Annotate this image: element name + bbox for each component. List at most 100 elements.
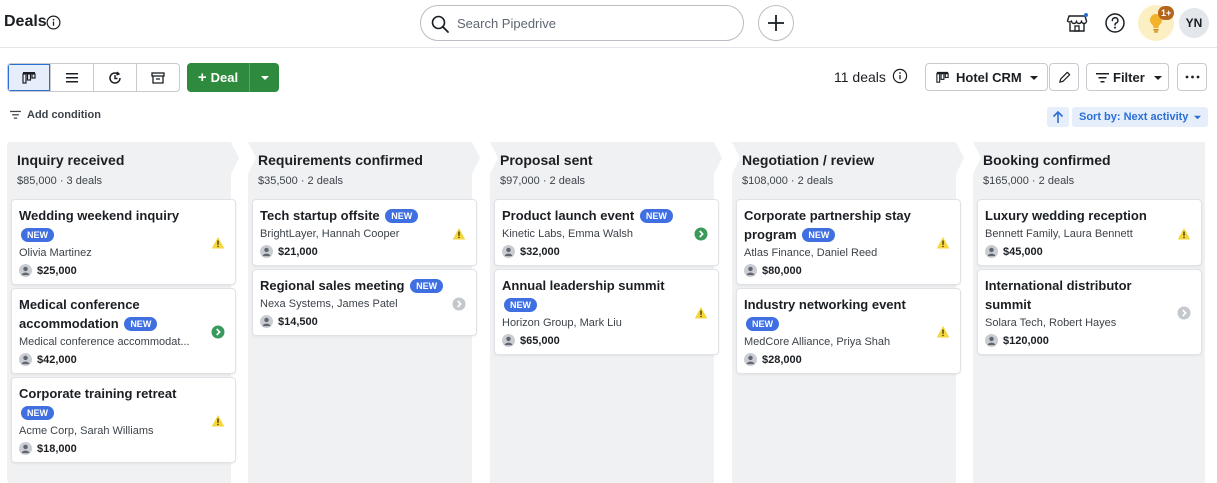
deal-title[interactable]: Regional sales meeting xyxy=(260,278,405,293)
next-gray-icon[interactable] xyxy=(452,297,466,311)
deal-card[interactable]: International distributor summit Solara T… xyxy=(977,269,1202,355)
forecast-icon xyxy=(109,71,121,84)
list-view-button[interactable] xyxy=(51,64,94,91)
deal-title[interactable]: Tech startup offsite xyxy=(260,208,380,223)
deal-card[interactable]: Luxury wedding reception Bennett Family, … xyxy=(977,199,1202,266)
person-icon xyxy=(985,245,998,258)
deal-value-row: $21,000 xyxy=(260,245,446,258)
deal-card[interactable]: Industry networking event NEW MedCore All… xyxy=(736,288,961,374)
deal-title[interactable]: International distributor summit xyxy=(985,278,1132,312)
warning-icon[interactable] xyxy=(211,236,225,250)
forecast-view-button[interactable] xyxy=(94,64,137,91)
person-icon xyxy=(260,245,273,258)
deal-title[interactable]: Product launch event xyxy=(502,208,634,223)
pipeline-column: Booking confirmed $165,000 · 2 deals Luxur… xyxy=(973,142,1205,483)
edit-pipeline-button[interactable] xyxy=(1049,63,1079,91)
kanban-icon xyxy=(936,71,949,83)
more-options-button[interactable] xyxy=(1177,63,1207,91)
warning-icon[interactable] xyxy=(211,414,225,428)
info-icon[interactable] xyxy=(46,15,61,30)
top-bar: Deals Search Pipedrive 1+ YN xyxy=(0,0,1217,48)
kanban-icon xyxy=(22,71,36,84)
column-title: Inquiry received xyxy=(17,152,125,168)
filter-button[interactable]: Filter xyxy=(1086,63,1169,91)
deal-card[interactable]: Regional sales meeting NEW Nexa Systems, … xyxy=(252,269,477,336)
next-green-icon[interactable] xyxy=(694,227,708,241)
pipeline-selector[interactable]: Hotel CRM xyxy=(925,63,1048,91)
deal-title-line: Tech startup offsite NEW xyxy=(260,206,446,225)
avatar[interactable]: YN xyxy=(1179,8,1209,38)
deal-card[interactable]: Tech startup offsite NEW BrightLayer, Han… xyxy=(252,199,477,266)
sort-button[interactable]: Sort by: Next activity xyxy=(1072,107,1208,127)
deal-title[interactable]: Corporate training retreat xyxy=(19,386,176,401)
warning-icon[interactable] xyxy=(694,306,708,320)
deal-card[interactable]: Product launch event NEW Kinetic Labs, Em… xyxy=(494,199,719,266)
quick-add-button[interactable] xyxy=(758,5,794,41)
chevron-down-icon xyxy=(1154,76,1162,80)
warning-icon[interactable] xyxy=(452,227,466,241)
info-icon[interactable] xyxy=(892,68,908,84)
add-deal-main[interactable]: + Deal xyxy=(187,63,249,92)
deal-title-line: Wedding weekend inquiry NEW xyxy=(19,206,205,244)
deal-organization: Olivia Martinez xyxy=(19,247,92,259)
new-badge: NEW xyxy=(504,298,537,312)
deal-card[interactable]: Corporate training retreat NEW Acme Corp,… xyxy=(11,377,236,463)
pipeline-view-button[interactable] xyxy=(8,64,51,91)
add-deal-button[interactable]: + Deal xyxy=(187,63,279,92)
column-summary: $108,000 · 2 deals xyxy=(742,175,834,187)
next-gray-icon[interactable] xyxy=(1177,306,1191,320)
pencil-icon xyxy=(1059,71,1071,83)
search-input[interactable]: Search Pipedrive xyxy=(420,5,744,41)
deal-card[interactable]: Annual leadership summit NEW Horizon Grou… xyxy=(494,269,719,355)
help-icon[interactable] xyxy=(1104,12,1126,34)
column-summary: $85,000 · 3 deals xyxy=(17,175,103,187)
sort-label: Sort by: Next activity xyxy=(1079,111,1189,123)
deal-title-line: Regional sales meeting NEW xyxy=(260,276,446,295)
deal-value-row: $45,000 xyxy=(985,245,1171,258)
person-icon xyxy=(19,264,32,277)
column-summary: $97,000 · 2 deals xyxy=(500,175,586,187)
deal-title-line: Corporate training retreat NEW xyxy=(19,384,205,422)
deal-value: $14,500 xyxy=(278,315,318,328)
column-title: Negotiation / review xyxy=(742,152,875,168)
sort-direction-button[interactable] xyxy=(1047,107,1069,127)
next-green-icon[interactable] xyxy=(211,325,225,339)
deal-value: $21,000 xyxy=(278,245,318,258)
deal-value-row: $42,000 xyxy=(19,353,205,366)
deal-organization: MedCore Alliance, Priya Shah xyxy=(744,336,891,348)
warning-icon[interactable] xyxy=(1177,227,1191,241)
deal-title[interactable]: Wedding weekend inquiry xyxy=(19,208,179,223)
deal-organization: Horizon Group, Mark Liu xyxy=(502,317,622,329)
person-icon xyxy=(744,264,757,277)
deal-value: $18,000 xyxy=(37,442,77,455)
deal-value: $25,000 xyxy=(37,264,77,277)
warning-icon[interactable] xyxy=(936,325,950,339)
deal-value: $32,000 xyxy=(520,245,560,258)
filter-label: Filter xyxy=(1113,70,1145,85)
add-deal-dropdown[interactable] xyxy=(249,63,279,92)
deal-organization: Nexa Systems, James Patel xyxy=(260,298,398,310)
deal-card[interactable]: Corporate partnership stay program NEW At… xyxy=(736,199,961,285)
card-list: Tech startup offsite NEW BrightLayer, Han… xyxy=(252,199,477,339)
deal-title[interactable]: Luxury wedding reception xyxy=(985,208,1147,223)
deal-card[interactable]: Wedding weekend inquiry NEW Olivia Martin… xyxy=(11,199,236,285)
deal-title[interactable]: Industry networking event xyxy=(744,297,906,312)
warning-icon[interactable] xyxy=(936,236,950,250)
deal-title-line: Corporate partnership stay program NEW xyxy=(744,206,930,244)
deal-value: $65,000 xyxy=(520,334,560,347)
deal-title[interactable]: Medical conference accommodation xyxy=(19,297,140,331)
new-badge: NEW xyxy=(639,209,673,223)
archive-view-button[interactable] xyxy=(137,64,179,91)
arrow-up-icon xyxy=(1052,110,1064,123)
deal-title-line: Luxury wedding reception xyxy=(985,206,1171,225)
marketplace-icon[interactable] xyxy=(1066,12,1088,34)
deal-title[interactable]: Annual leadership summit xyxy=(502,278,665,293)
view-switcher xyxy=(7,63,180,92)
column-summary: $165,000 · 2 deals xyxy=(983,175,1075,187)
new-badge: NEW xyxy=(410,279,444,293)
add-condition-button[interactable]: Add condition xyxy=(10,109,101,121)
deal-card[interactable]: Medical conference accommodation NEW Medi… xyxy=(11,288,236,374)
deal-title-line: Product launch event NEW xyxy=(502,206,688,225)
chevron-down-icon xyxy=(1030,76,1038,80)
deals-count: 11 deals xyxy=(834,69,886,85)
